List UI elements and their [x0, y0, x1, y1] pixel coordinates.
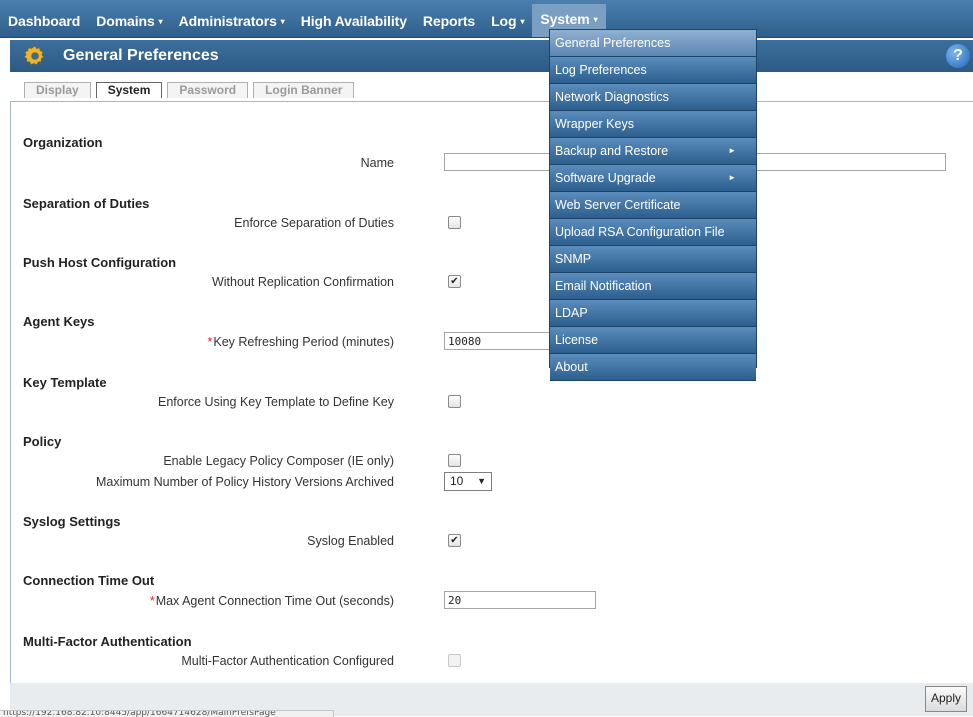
nav-dashboard[interactable]: Dashboard	[0, 3, 88, 35]
dropdown-arrow-icon: ▼	[477, 476, 486, 486]
apply-button[interactable]: Apply	[925, 686, 967, 712]
enforce-key-template-checkbox[interactable]	[448, 395, 461, 408]
without-replication-label: Without Replication Confirmation	[211, 275, 394, 289]
section-key-template: Key Template	[23, 375, 107, 390]
section-policy: Policy	[23, 434, 62, 449]
menu-item-license[interactable]: License	[550, 327, 756, 354]
name-label: Name	[360, 156, 394, 170]
menu-item-network-diagnostics[interactable]: Network Diagnostics	[550, 84, 756, 111]
legacy-policy-label: Enable Legacy Policy Composer (IE only)	[163, 454, 394, 468]
section-organization: Organization	[23, 135, 103, 150]
menu-item-wrapper-keys[interactable]: Wrapper Keys	[550, 111, 756, 138]
menu-item-snmp[interactable]: SNMP	[550, 246, 756, 273]
menu-item-backup-and-restore[interactable]: Backup and Restore ►	[550, 138, 756, 165]
gear-icon	[23, 45, 45, 65]
chevron-down-icon: ▾	[280, 16, 285, 26]
policy-history-select[interactable]: 10 ▼	[444, 472, 492, 491]
menu-item-log-preferences[interactable]: Log Preferences	[550, 57, 756, 84]
tab-system[interactable]: System	[95, 82, 163, 98]
system-dropdown-menu: General Preferences Log Preferences Netw…	[549, 29, 757, 381]
without-replication-checkbox[interactable]: ✔	[448, 275, 461, 288]
max-timeout-label: *Max Agent Connection Time Out (seconds)	[149, 594, 394, 608]
help-icon[interactable]: ?	[946, 44, 970, 68]
nav-reports[interactable]: Reports	[415, 3, 483, 35]
menu-item-software-upgrade[interactable]: Software Upgrade ►	[550, 165, 756, 192]
enforce-separation-checkbox[interactable]	[448, 216, 461, 229]
section-separation-of-duties: Separation of Duties	[23, 196, 150, 211]
menu-item-about[interactable]: About	[550, 354, 756, 381]
menu-item-upload-rsa-config[interactable]: Upload RSA Configuration File	[550, 219, 756, 246]
tab-login-banner[interactable]: Login Banner	[253, 82, 355, 98]
menu-item-general-preferences[interactable]: General Preferences	[550, 30, 756, 57]
syslog-enabled-label: Syslog Enabled	[307, 534, 394, 548]
chevron-down-icon: ▾	[593, 15, 598, 25]
enforce-key-template-label: Enforce Using Key Template to Define Key	[157, 395, 394, 409]
tab-bar: Display System Password Login Banner	[24, 82, 359, 98]
page-header: General Preferences ?	[10, 40, 973, 72]
key-refresh-label: *Key Refreshing Period (minutes)	[207, 335, 394, 349]
tab-display[interactable]: Display	[24, 82, 91, 98]
nav-high-availability[interactable]: High Availability	[293, 3, 415, 35]
top-nav: Dashboard Domains ▾ Administrators ▾ High …	[0, 0, 973, 38]
required-marker: *	[207, 335, 213, 349]
required-marker: *	[149, 594, 155, 608]
section-push-host: Push Host Configuration	[23, 255, 177, 270]
mfa-configured-checkbox[interactable]	[448, 654, 461, 667]
submenu-arrow-icon: ►	[728, 146, 736, 155]
menu-item-ldap[interactable]: LDAP	[550, 300, 756, 327]
section-connection-timeout: Connection Time Out	[23, 573, 155, 588]
nav-log[interactable]: Log ▾	[483, 3, 532, 35]
menu-item-web-server-certificate[interactable]: Web Server Certificate	[550, 192, 756, 219]
nav-domains[interactable]: Domains ▾	[88, 3, 170, 35]
legacy-policy-checkbox[interactable]	[448, 454, 461, 467]
key-refresh-input[interactable]: 10080	[444, 332, 550, 350]
section-agent-keys: Agent Keys	[23, 314, 95, 329]
page-title: General Preferences	[63, 47, 219, 64]
syslog-enabled-checkbox[interactable]: ✔	[448, 534, 461, 547]
section-mfa: Multi-Factor Authentication	[23, 634, 192, 649]
section-syslog: Syslog Settings	[23, 514, 121, 529]
chevron-down-icon: ▾	[158, 16, 163, 26]
tab-password[interactable]: Password	[167, 82, 249, 98]
policy-history-label: Maximum Number of Policy History Version…	[95, 475, 394, 489]
nav-administrators[interactable]: Administrators ▾	[171, 3, 293, 35]
menu-item-email-notification[interactable]: Email Notification	[550, 273, 756, 300]
mfa-configured-label: Multi-Factor Authentication Configured	[181, 654, 394, 668]
chevron-down-icon: ▾	[520, 16, 525, 26]
enforce-separation-label: Enforce Separation of Duties	[234, 216, 394, 230]
max-timeout-input[interactable]: 20	[444, 591, 596, 609]
submenu-arrow-icon: ►	[728, 173, 736, 182]
